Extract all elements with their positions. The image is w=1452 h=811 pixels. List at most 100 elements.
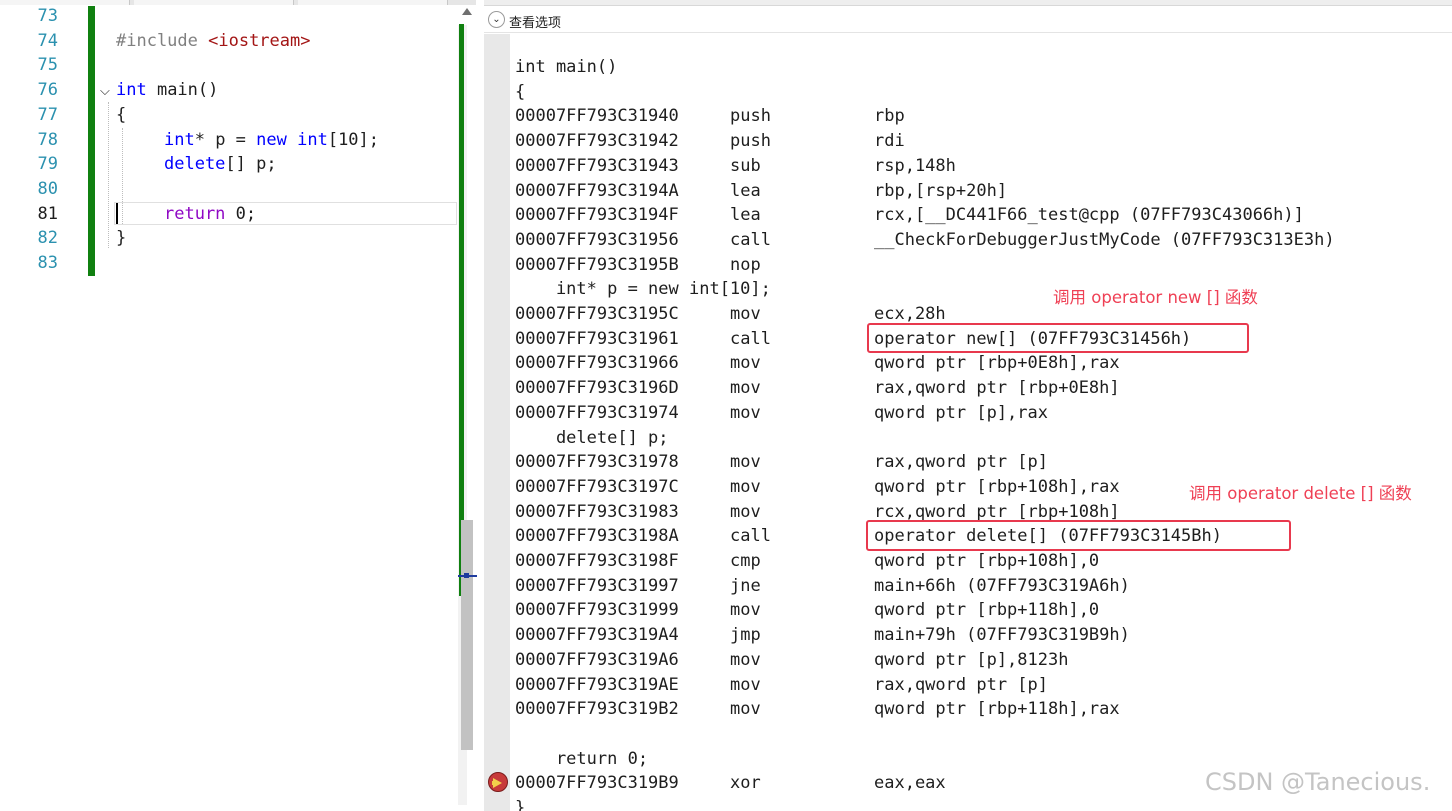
source-line[interactable]: } (515, 796, 1415, 811)
instruction-operands: qword ptr [p],rax (874, 402, 1048, 423)
change-tracking-bar (88, 6, 95, 276)
line-number-current: 81 (37, 203, 58, 224)
source-text: return 0; (515, 748, 649, 769)
instruction-row[interactable]: 00007FF793C3194A lea rbp,[rsp+20h] (515, 179, 1415, 204)
instruction-mnemonic: mov (730, 649, 761, 670)
instruction-address: 00007FF793C31961 (515, 328, 679, 349)
instruction-address: 00007FF793C31943 (515, 155, 679, 176)
instruction-mnemonic: mov (730, 674, 761, 695)
line-number: 77 (37, 104, 58, 125)
instruction-operands: rbp (874, 106, 905, 127)
instruction-operands: rax,qword ptr [rbp+0E8h] (874, 378, 1120, 399)
fold-chevron-down-icon[interactable]: ⌵ (100, 84, 110, 99)
instruction-row[interactable]: 00007FF793C31956 call __CheckForDebuggerJu… (515, 228, 1415, 253)
instruction-row[interactable]: 00007FF793C3196D mov rax,qword ptr [rbp+0E… (515, 376, 1415, 401)
line-number: 75 (37, 55, 58, 76)
editor-tab-strip (0, 0, 476, 5)
code-text: [10]; (327, 129, 380, 150)
source-line[interactable]: int main() (515, 55, 1415, 80)
instruction-address: 00007FF793C31997 (515, 575, 679, 596)
current-instruction-arrow-icon (488, 772, 508, 792)
editor-scrollbar-thumb[interactable] (461, 520, 473, 750)
code-text: * p = (194, 129, 257, 150)
instruction-address: 00007FF793C31966 (515, 353, 679, 374)
instruction-address: 00007FF793C3196D (515, 378, 679, 399)
scrollbar-change-marker (459, 24, 464, 596)
instruction-address: 00007FF793C3198F (515, 551, 679, 571)
keyword: int (297, 129, 328, 150)
disassembly-margin[interactable] (484, 34, 510, 811)
instruction-row[interactable]: 00007FF793C31943 sub rsp,148h (515, 154, 1415, 179)
instruction-row[interactable]: 00007FF793C319AE mov rax,qword ptr [p] (515, 673, 1415, 698)
instruction-address: 00007FF793C3195B (515, 254, 679, 275)
code-line-close-brace[interactable]: } (116, 226, 126, 251)
instruction-mnemonic: lea (730, 180, 761, 201)
instruction-row[interactable]: 00007FF793C3198F cmp qword ptr [rbp+108h],… (515, 549, 1415, 574)
instruction-operands: main+66h (07FF793C319A6h) (874, 575, 1130, 596)
instruction-mnemonic: sub (730, 155, 761, 176)
instruction-mnemonic: mov (730, 304, 761, 324)
instruction-mnemonic: mov (730, 501, 761, 522)
instruction-mnemonic: xor (730, 773, 761, 794)
source-line[interactable]: int* p = new int[10]; (515, 277, 1415, 302)
instruction-address: 00007FF793C31942 (515, 131, 679, 152)
instruction-mnemonic: mov (730, 402, 761, 423)
editor-tab[interactable] (298, 0, 448, 5)
code-line-return[interactable]: return 0; (164, 202, 256, 227)
highlight-box-operator-new (867, 323, 1249, 353)
instruction-mnemonic: mov (730, 378, 761, 399)
instruction-row[interactable]: 00007FF793C31978 mov rax,qword ptr [p] (515, 450, 1415, 475)
instruction-row[interactable]: 00007FF793C31974 mov qword ptr [p],rax (515, 401, 1415, 426)
source-line[interactable]: { (515, 80, 1415, 105)
instruction-mnemonic: lea (730, 205, 761, 226)
instruction-mnemonic: mov (730, 476, 761, 497)
code-line-new[interactable]: int* p = new int[10]; (164, 128, 379, 153)
scrollbar-caret-marker (464, 573, 469, 578)
annotation-operator-new: 调用 operator new [] 函数 (1053, 288, 1258, 307)
instruction-row[interactable]: 00007FF793C319A4 jmp main+79h (07FF793C319… (515, 623, 1415, 648)
instruction-operands: rcx,[__DC441F66_test@cpp (07FF793C43066h… (874, 205, 1304, 226)
source-editor[interactable]: 73 74 75 76 77 78 79 80 81 82 83 #includ… (0, 0, 484, 811)
instruction-mnemonic: jmp (730, 625, 761, 646)
view-options-label[interactable]: 查看选项 (509, 12, 561, 31)
instruction-row[interactable]: 00007FF793C31966 mov qword ptr [rbp+0E8h],… (515, 351, 1415, 376)
instruction-row[interactable]: 00007FF793C3195B nop (515, 253, 1415, 278)
chevron-down-icon[interactable]: ⌄ (488, 11, 505, 28)
instruction-row[interactable]: 00007FF793C31940 push rbp (515, 104, 1415, 129)
instruction-row[interactable]: 00007FF793C31997 jne main+66h (07FF793C319… (515, 574, 1415, 599)
indent-guide (108, 102, 109, 248)
instruction-address: 00007FF793C3197C (515, 476, 679, 497)
instruction-mnemonic: mov (730, 353, 761, 374)
disassembly-window[interactable]: ⌄ 查看选项 int main(){00007FF793C31940 push rb… (484, 0, 1452, 811)
instruction-address: 00007FF793C31956 (515, 229, 679, 250)
source-line[interactable]: delete[] p; (515, 426, 1415, 451)
code-line-open-brace[interactable]: { (116, 103, 126, 128)
code-text: [] p; (225, 154, 277, 175)
code-line-main[interactable]: int main() (116, 78, 218, 103)
line-number: 82 (37, 228, 58, 249)
code-line-delete[interactable]: delete[] p; (164, 152, 277, 177)
instruction-mnemonic: cmp (730, 551, 761, 571)
highlight-box-operator-delete (866, 520, 1291, 551)
editor-tab[interactable] (134, 0, 294, 5)
code-line-include[interactable]: #include <iostream> (116, 29, 310, 54)
instruction-row[interactable]: 00007FF793C319B2 mov qword ptr [rbp+118h],… (515, 697, 1415, 722)
source-line[interactable] (515, 722, 1415, 747)
instruction-address: 00007FF793C3194A (515, 180, 679, 201)
instruction-operands: rsp,148h (874, 155, 956, 176)
instruction-mnemonic: call (730, 328, 771, 349)
instruction-row[interactable]: 00007FF793C31999 mov qword ptr [rbp+118h],… (515, 598, 1415, 623)
text-caret (116, 203, 118, 224)
instruction-operands: qword ptr [p],8123h (874, 649, 1069, 670)
instruction-address: 00007FF793C31983 (515, 501, 679, 522)
source-text: int* p = new int[10]; (515, 279, 771, 300)
instruction-address: 00007FF793C319A4 (515, 625, 679, 646)
scroll-up-arrow-icon[interactable] (462, 8, 472, 15)
instruction-operands: qword ptr [rbp+0E8h],rax (874, 353, 1120, 374)
instruction-row[interactable]: 00007FF793C31942 push rdi (515, 129, 1415, 154)
include-header: <iostream> (208, 30, 311, 51)
line-number: 76 (37, 80, 58, 101)
instruction-mnemonic: push (730, 131, 771, 152)
instruction-row[interactable]: 00007FF793C3194F lea rcx,[__DC441F66_test@… (515, 203, 1415, 228)
instruction-row[interactable]: 00007FF793C319A6 mov qword ptr [p],8123h (515, 648, 1415, 673)
